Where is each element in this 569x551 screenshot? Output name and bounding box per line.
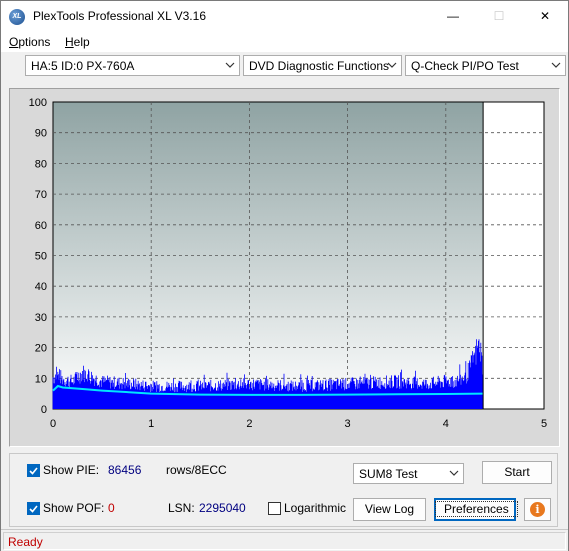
test-select[interactable]: Q-Check PI/PO Test (405, 55, 566, 76)
lsn-label: LSN: (168, 501, 195, 515)
y-tick-label: 70 (35, 189, 47, 201)
function-select[interactable]: DVD Diagnostic Functions (243, 55, 402, 76)
menu-help-label: elp (73, 35, 90, 49)
controls-panel: Show PIE: 86456 rows/8ECC SUM8 Test Star… (9, 453, 558, 527)
chevron-down-icon (449, 470, 459, 476)
y-tick-label: 30 (35, 312, 47, 324)
test-select-value: Q-Check PI/PO Test (411, 59, 519, 73)
info-button[interactable]: i (524, 498, 551, 521)
menu-help[interactable]: Help (65, 35, 90, 49)
menu-options-mnemonic: O (9, 35, 19, 49)
status-text: Ready (8, 535, 43, 549)
preferences-button[interactable]: Preferences (434, 498, 518, 521)
y-tick-label: 100 (29, 97, 47, 109)
drive-select-value: HA:5 ID:0 PX-760A (31, 59, 135, 73)
y-tick-label: 80 (35, 158, 47, 170)
status-bar: Ready (1, 529, 568, 551)
info-icon: i (530, 502, 545, 517)
sum-test-select[interactable]: SUM8 Test (353, 463, 464, 484)
menu-bar: Options Help (1, 32, 568, 52)
y-tick-label: 40 (35, 281, 47, 293)
pie-unit: rows/8ECC (166, 463, 227, 477)
pof-value: 0 (108, 501, 115, 515)
maximize-button[interactable]: ☐ (476, 1, 522, 32)
sum-test-select-value: SUM8 Test (359, 467, 418, 481)
status-pane: Ready (3, 532, 566, 550)
x-tick-label: 0 (50, 418, 56, 430)
x-tick-label: 2 (246, 418, 252, 430)
chart-panel: 0 10 20 30 40 50 60 70 80 90 100 0 1 2 3 4 5 (9, 88, 560, 447)
chevron-down-icon (387, 62, 397, 68)
start-button-label: Start (504, 465, 530, 479)
show-pof-checkbox[interactable] (27, 502, 40, 515)
logarithmic-checkbox[interactable] (268, 502, 281, 515)
logarithmic-label: Logarithmic (284, 501, 347, 515)
view-log-button-label: View Log (364, 502, 415, 516)
x-tick-label: 1 (148, 418, 154, 430)
checkmark-icon (29, 505, 38, 513)
view-log-button[interactable]: View Log (353, 498, 426, 521)
lsn-value: 2295040 (199, 501, 246, 515)
preferences-button-label: Preferences (435, 501, 518, 517)
x-tick-label: 3 (345, 418, 351, 430)
menu-options-label: ptions (18, 35, 51, 49)
minimize-button[interactable]: — (430, 1, 476, 32)
plextools-logo-icon: XL (9, 9, 25, 25)
y-tick-label: 60 (35, 220, 47, 232)
drive-select[interactable]: HA:5 ID:0 PX-760A (25, 55, 240, 76)
app-window: XL PlexTools Professional XL V3.16 — ☐ ✕… (0, 0, 569, 551)
chevron-down-icon (225, 62, 235, 68)
menu-help-mnemonic: H (65, 35, 74, 49)
checkmark-icon (29, 467, 38, 475)
window-title: PlexTools Professional XL V3.16 (33, 9, 206, 23)
y-tick-label: 50 (35, 251, 47, 263)
pie-value: 86456 (108, 463, 142, 477)
close-button[interactable]: ✕ (522, 1, 568, 32)
show-pie-checkbox[interactable] (27, 464, 40, 477)
x-tick-label: 5 (541, 418, 547, 430)
show-pof-label: Show POF: (43, 501, 105, 515)
chevron-down-icon (551, 62, 561, 68)
menu-options[interactable]: Options (9, 35, 50, 49)
y-tick-label: 20 (35, 343, 47, 355)
y-tick-label: 10 (35, 373, 47, 385)
start-button[interactable]: Start (482, 461, 552, 484)
y-tick-label: 90 (35, 128, 47, 140)
x-tick-label: 4 (443, 418, 449, 430)
pipo-chart: 0 10 20 30 40 50 60 70 80 90 100 0 1 2 3 4 5 (29, 97, 547, 430)
y-tick-label: 0 (41, 404, 47, 416)
title-bar[interactable]: XL PlexTools Professional XL V3.16 — ☐ ✕ (1, 1, 568, 32)
show-pie-label: Show PIE: (43, 463, 100, 477)
function-select-value: DVD Diagnostic Functions (249, 59, 390, 73)
